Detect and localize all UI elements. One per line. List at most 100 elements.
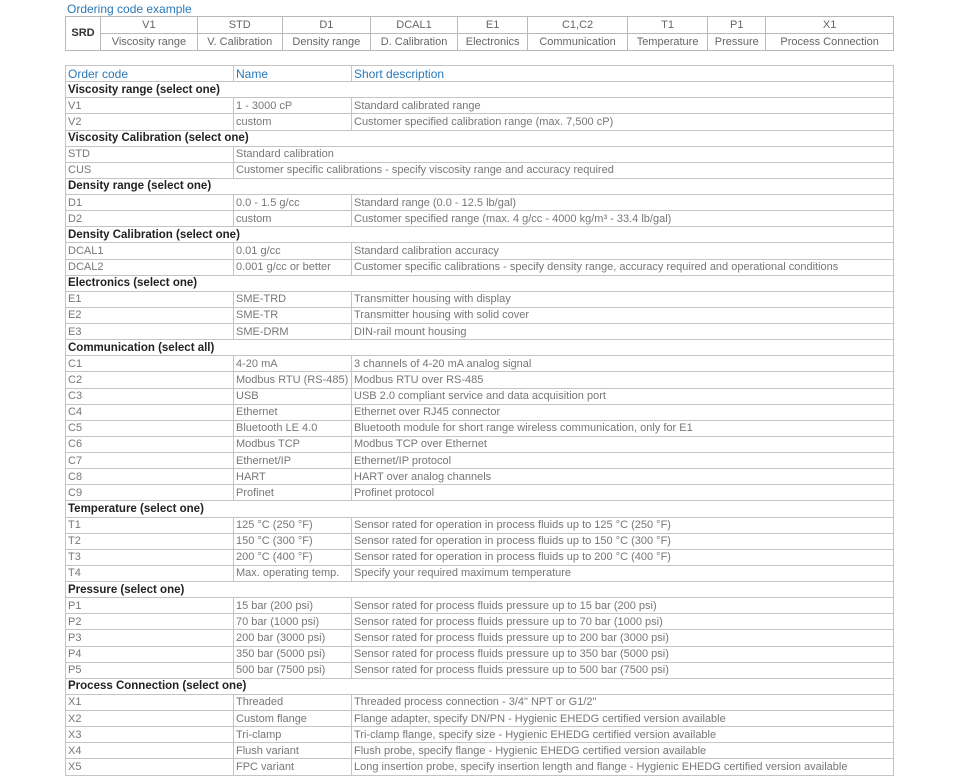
example-label: Process Connection xyxy=(765,33,894,51)
section-header-row: Temperature (select one) xyxy=(65,500,894,518)
cell-order-code: T4 xyxy=(65,564,234,583)
table-row: P1 15 bar (200 psi) Sensor rated for proce… xyxy=(65,597,894,615)
table-row: DCAL2 0.001 g/cc or better Customer specif… xyxy=(65,258,894,276)
example-labels-row: Viscosity range V. Calibration Density r… xyxy=(66,33,894,51)
order-code-table: Order code Name Short description Viscos… xyxy=(65,64,894,776)
cell-order-code: T3 xyxy=(65,548,234,566)
cell-name: Profinet xyxy=(233,484,352,502)
table-row: C5 Bluetooth LE 4.0 Bluetooth module for s… xyxy=(65,419,894,437)
cell-short-description: Sensor rated for operation in process fl… xyxy=(351,548,894,566)
table-row: X4 Flush variant Flush probe, specify flan… xyxy=(65,742,894,760)
cell-order-code: CUS xyxy=(65,161,234,179)
example-label: V. Calibration xyxy=(196,33,283,51)
table-row: P2 70 bar (1000 psi) Sensor rated for proc… xyxy=(65,613,894,631)
cell-name: 200 bar (3000 psi) xyxy=(233,629,352,647)
header-short-description: Short description xyxy=(351,64,894,83)
table-row: D1 0.0 - 1.5 g/cc Standard range (0.0 - 12… xyxy=(65,193,894,212)
cell-short-description: Standard range (0.0 - 12.5 lb/gal) xyxy=(351,193,894,212)
cell-order-code: C8 xyxy=(65,468,234,486)
ordering-code-example: SRD V1 STD D1 DCAL1 E1 C1,C2 T1 P1 X1 Vi… xyxy=(65,16,894,51)
section-header-row: Electronics (select one) xyxy=(65,274,894,292)
cell-order-code: P1 xyxy=(65,597,234,615)
cell-short-description: Customer specified range (max. 4 g/cc - … xyxy=(351,210,894,228)
cell-order-code: X5 xyxy=(65,758,234,776)
cell-name: SME-TR xyxy=(233,306,352,325)
table-row: V1 1 - 3000 cP Standard calibrated range xyxy=(65,97,894,115)
cell-order-code: C5 xyxy=(65,419,234,437)
section-header-row: Density range (select one) xyxy=(65,177,894,196)
table-row: C8 HART HART over analog channels xyxy=(65,468,894,486)
cell-short-description: Customer specific calibrations - specify… xyxy=(351,258,894,276)
cell-order-code: P4 xyxy=(65,645,234,663)
section-header-row: Pressure (select one) xyxy=(65,580,894,599)
cell-order-code: D1 xyxy=(65,193,234,212)
cell-name: 4-20 mA xyxy=(233,355,352,373)
cell-short-description: HART over analog channels xyxy=(351,468,894,486)
section-header-row: Viscosity Calibration (select one) xyxy=(65,129,894,147)
table-header-row: Order code Name Short description xyxy=(65,64,894,83)
cell-short-description: Transmitter housing with display xyxy=(351,290,894,308)
example-label: Communication xyxy=(527,33,628,51)
cell-short-description: Sensor rated for process fluids pressure… xyxy=(351,661,894,679)
table-row: X3 Tri-clamp Tri-clamp flange, specify siz… xyxy=(65,726,894,744)
section-title: Process Connection (select one) xyxy=(65,677,894,695)
example-label: Viscosity range xyxy=(100,33,198,51)
section-header-row: Communication (select all) xyxy=(65,339,894,357)
cell-name: Tri-clamp xyxy=(233,726,352,744)
cell-short-description: Sensor rated for process fluids pressure… xyxy=(351,597,894,615)
cell-short-description: Sensor rated for operation in process fl… xyxy=(351,516,894,534)
table-row: T4 Max. operating temp. Specify your requi… xyxy=(65,564,894,583)
table-row: C9 Profinet Profinet protocol xyxy=(65,484,894,502)
table-row: X1 Threaded Threaded process connection - … xyxy=(65,693,894,712)
cell-short-description: Flange adapter, specify DN/PN - Hygienic… xyxy=(351,709,894,728)
cell-order-code: STD xyxy=(65,145,234,163)
table-row: T2 150 °C (300 °F) Sensor rated for operat… xyxy=(65,532,894,550)
section-title: Density range (select one) xyxy=(65,177,894,196)
cell-name: Standard calibration xyxy=(233,145,894,163)
cell-order-code: DCAL2 xyxy=(65,258,234,276)
section-title: Temperature (select one) xyxy=(65,500,894,518)
section-title: Viscosity Calibration (select one) xyxy=(65,129,894,147)
cell-name: Ethernet xyxy=(233,403,352,421)
table-row: P5 500 bar (7500 psi) Sensor rated for pro… xyxy=(65,661,894,679)
cell-name: 0.01 g/cc xyxy=(233,242,352,260)
cell-short-description: Bluetooth module for short range wireles… xyxy=(351,419,894,437)
table-row: P4 350 bar (5000 psi) Sensor rated for pro… xyxy=(65,645,894,663)
table-row: C1 4-20 mA 3 channels of 4-20 mA analog si… xyxy=(65,355,894,373)
cell-short-description: Flush probe, specify flange - Hygienic E… xyxy=(351,742,894,760)
cell-short-description: Modbus RTU over RS-485 xyxy=(351,371,894,389)
cell-short-description: USB 2.0 compliant service and data acqui… xyxy=(351,387,894,405)
table-row: C6 Modbus TCP Modbus TCP over Ethernet xyxy=(65,435,894,454)
table-row: C3 USB USB 2.0 compliant service and data … xyxy=(65,387,894,405)
cell-name: custom xyxy=(233,210,352,228)
cell-order-code: C4 xyxy=(65,403,234,421)
cell-short-description: Tri-clamp flange, specify size - Hygieni… xyxy=(351,726,894,744)
example-label: Electronics xyxy=(456,33,529,51)
header-name: Name xyxy=(233,64,352,83)
cell-name: 0.0 - 1.5 g/cc xyxy=(233,193,352,212)
cell-short-description: Specify your required maximum temperatur… xyxy=(351,564,894,583)
cell-short-description: Sensor rated for process fluids pressure… xyxy=(351,613,894,631)
cell-order-code: E3 xyxy=(65,322,234,341)
cell-name: SME-TRD xyxy=(233,290,352,308)
table-row: C2 Modbus RTU (RS-485) Modbus RTU over RS-… xyxy=(65,371,894,389)
cell-short-description: Sensor rated for process fluids pressure… xyxy=(351,629,894,647)
cell-short-description: Ethernet over RJ45 connector xyxy=(351,403,894,421)
cell-order-code: P3 xyxy=(65,629,234,647)
cell-name: custom xyxy=(233,113,352,131)
cell-short-description: Sensor rated for process fluids pressure… xyxy=(351,645,894,663)
example-code: D1 xyxy=(281,16,372,34)
cell-short-description: Threaded process connection - 3/4" NPT o… xyxy=(351,693,894,712)
table-row: X5 FPC variant Long insertion probe, speci… xyxy=(65,758,894,776)
cell-name: 200 °C (400 °F) xyxy=(233,548,352,566)
cell-short-description: Standard calibrated range xyxy=(351,97,894,115)
section-title: Density Calibration (select one) xyxy=(65,226,894,244)
cell-order-code: X3 xyxy=(65,726,234,744)
cell-name: Max. operating temp. xyxy=(233,564,352,583)
cell-order-code: V2 xyxy=(65,113,234,131)
section-header-row: Viscosity range (select one) xyxy=(65,81,894,99)
table-row: T3 200 °C (400 °F) Sensor rated for operat… xyxy=(65,548,894,566)
example-code: T1 xyxy=(626,16,709,34)
example-code: V1 xyxy=(100,16,198,34)
cell-name: 70 bar (1000 psi) xyxy=(233,613,352,631)
